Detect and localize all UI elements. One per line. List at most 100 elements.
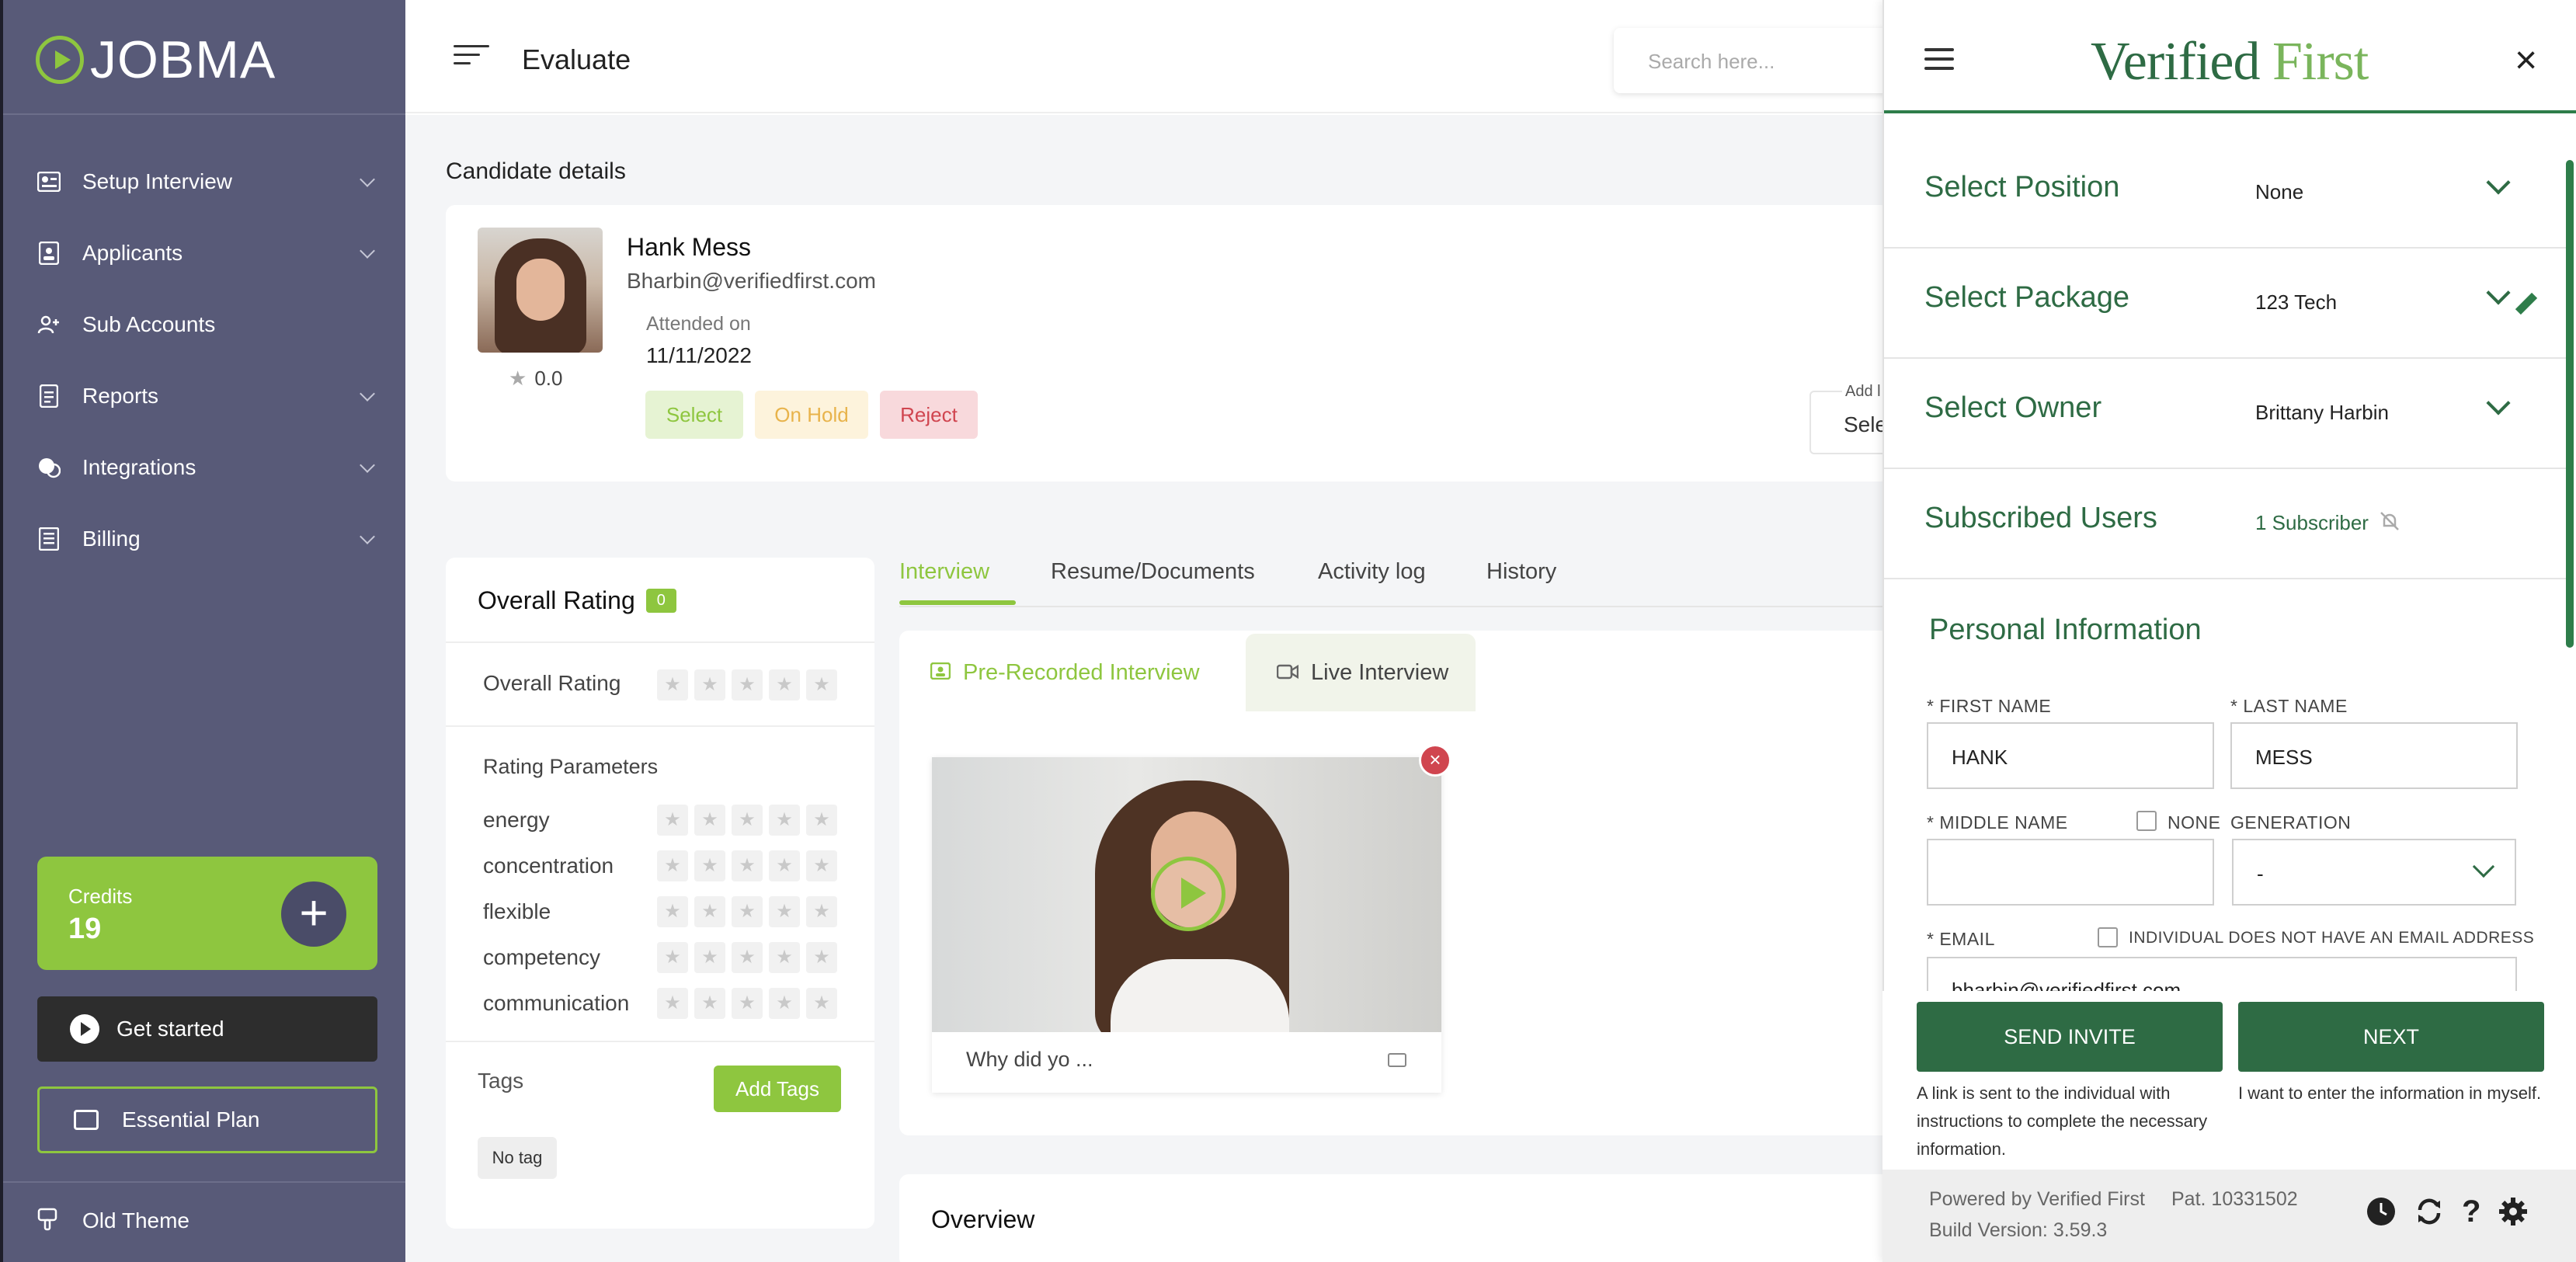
help-icon[interactable]: ? bbox=[2462, 1196, 2480, 1235]
email-input[interactable]: bharbin@verifiedfirst.com bbox=[1927, 957, 2517, 991]
star-icon[interactable]: ★ bbox=[657, 988, 688, 1019]
none-checkbox[interactable] bbox=[2136, 811, 2157, 831]
sidebar-item-billing[interactable]: Billing bbox=[3, 503, 405, 575]
middle-name-input[interactable] bbox=[1927, 839, 2214, 906]
star-icon: ★ bbox=[509, 367, 527, 390]
star-icon[interactable]: ★ bbox=[806, 805, 837, 836]
star-icon[interactable]: ★ bbox=[806, 896, 837, 927]
star-icon[interactable]: ★ bbox=[694, 850, 725, 881]
subtab-pre-recorded-label[interactable]: Pre-Recorded Interview bbox=[930, 660, 1200, 686]
gear-icon[interactable] bbox=[2498, 1196, 2529, 1235]
on-hold-button[interactable]: On Hold bbox=[755, 391, 868, 439]
star-icon[interactable]: ★ bbox=[694, 805, 725, 836]
sidebar-item-integrations[interactable]: Integrations bbox=[3, 432, 405, 503]
star-icon[interactable]: ★ bbox=[769, 850, 800, 881]
chevron-down-icon[interactable] bbox=[2486, 280, 2511, 305]
get-started-button[interactable]: Get started bbox=[37, 996, 377, 1062]
menu-toggle-icon[interactable] bbox=[454, 45, 489, 71]
sidebar-item-label: Reports bbox=[82, 384, 159, 408]
rating-parameter-stars[interactable]: ★ ★ ★ ★ ★ bbox=[657, 896, 837, 927]
chevron-down-icon bbox=[360, 172, 375, 187]
star-icon[interactable]: ★ bbox=[769, 942, 800, 973]
star-icon[interactable]: ★ bbox=[694, 942, 725, 973]
jobma-logo[interactable]: JOBMA bbox=[36, 30, 276, 90]
star-icon[interactable]: ★ bbox=[694, 988, 725, 1019]
pencil-icon[interactable] bbox=[2515, 292, 2538, 315]
reject-button[interactable]: Reject bbox=[880, 391, 978, 439]
close-icon[interactable]: × bbox=[2515, 40, 2537, 79]
attended-date: 11/11/2022 bbox=[646, 343, 752, 367]
add-credits-button[interactable]: + bbox=[281, 881, 346, 947]
video-thumbnail[interactable] bbox=[932, 757, 1441, 1032]
add-tags-button[interactable]: Add Tags bbox=[714, 1066, 841, 1112]
sidebar-item-reports[interactable]: Reports bbox=[3, 360, 405, 432]
generation-select[interactable]: - bbox=[2232, 839, 2516, 906]
star-icon[interactable]: ★ bbox=[806, 850, 837, 881]
refresh-icon[interactable] bbox=[2414, 1196, 2445, 1235]
video-camera-icon bbox=[1388, 1053, 1406, 1067]
rating-parameter-stars[interactable]: ★ ★ ★ ★ ★ bbox=[657, 850, 837, 881]
star-icon[interactable]: ★ bbox=[732, 850, 763, 881]
play-icon[interactable] bbox=[1151, 857, 1225, 931]
star-icon[interactable]: ★ bbox=[769, 988, 800, 1019]
first-name-input[interactable]: HANK bbox=[1927, 722, 2214, 789]
tab-resume-documents[interactable]: Resume/Documents bbox=[1051, 559, 1255, 585]
sidebar-item-sub-accounts[interactable]: Sub Accounts bbox=[3, 289, 405, 360]
star-icon[interactable]: ★ bbox=[657, 896, 688, 927]
star-icon[interactable]: ★ bbox=[732, 669, 763, 701]
generation-label: GENERATION bbox=[2230, 812, 2352, 833]
star-icon[interactable]: ★ bbox=[657, 805, 688, 836]
no-email-checkbox[interactable] bbox=[2098, 927, 2118, 947]
star-icon[interactable]: ★ bbox=[732, 805, 763, 836]
star-icon[interactable]: ★ bbox=[732, 988, 763, 1019]
rating-parameter-stars[interactable]: ★ ★ ★ ★ ★ bbox=[657, 805, 837, 836]
star-icon[interactable]: ★ bbox=[657, 669, 688, 701]
subscribed-users-value[interactable]: 1 Subscriber bbox=[2255, 511, 2369, 535]
sidebar-item-applicants[interactable]: Applicants bbox=[3, 217, 405, 289]
send-invite-button[interactable]: SEND INVITE bbox=[1917, 1002, 2223, 1072]
chevron-down-icon[interactable] bbox=[2486, 391, 2511, 415]
tab-activity-log[interactable]: Activity log bbox=[1318, 559, 1426, 585]
select-position-row[interactable]: Select Position None bbox=[1884, 138, 2567, 249]
chevron-down-icon[interactable] bbox=[2486, 170, 2511, 195]
star-icon[interactable]: ★ bbox=[769, 896, 800, 927]
last-name-label: * LAST NAME bbox=[2230, 696, 2348, 716]
essential-plan-button[interactable]: Essential Plan bbox=[37, 1086, 377, 1153]
menu-icon[interactable] bbox=[1924, 48, 1954, 76]
overall-rating-stars[interactable]: ★ ★ ★ ★ ★ bbox=[657, 669, 837, 701]
middle-name-label: * MIDDLE NAME bbox=[1927, 812, 2068, 833]
select-button[interactable]: Select bbox=[645, 391, 743, 439]
subscribed-users-row[interactable]: Subscribed Users 1 Subscriber bbox=[1884, 469, 2567, 579]
last-name-input[interactable]: MESS bbox=[2230, 722, 2518, 789]
star-icon[interactable]: ★ bbox=[806, 669, 837, 701]
bell-off-icon[interactable] bbox=[2378, 509, 2401, 538]
star-icon[interactable]: ★ bbox=[806, 988, 837, 1019]
search-input[interactable]: Search here... bbox=[1614, 28, 1924, 93]
star-icon[interactable]: ★ bbox=[769, 669, 800, 701]
next-button[interactable]: NEXT bbox=[2238, 1002, 2544, 1072]
select-owner-value: Brittany Harbin bbox=[2255, 401, 2389, 424]
select-owner-row[interactable]: Select Owner Brittany Harbin bbox=[1884, 359, 2567, 469]
star-icon[interactable]: ★ bbox=[769, 805, 800, 836]
tab-interview[interactable]: Interview bbox=[899, 559, 989, 585]
remove-video-button[interactable]: × bbox=[1419, 744, 1451, 777]
star-icon[interactable]: ★ bbox=[732, 896, 763, 927]
old-theme-link[interactable]: Old Theme bbox=[36, 1208, 189, 1234]
star-icon[interactable]: ★ bbox=[694, 896, 725, 927]
logo-text: JOBMA bbox=[90, 30, 276, 89]
panel-scrollbar[interactable] bbox=[2566, 160, 2574, 648]
clock-icon[interactable] bbox=[2366, 1196, 2397, 1235]
tab-history[interactable]: History bbox=[1486, 559, 1556, 585]
star-icon[interactable]: ★ bbox=[657, 942, 688, 973]
sidebar-item-setup-interview[interactable]: Setup Interview bbox=[3, 146, 405, 217]
select-package-row[interactable]: Select Package 123 Tech bbox=[1884, 249, 2567, 359]
star-icon[interactable]: ★ bbox=[732, 942, 763, 973]
rating-parameter-stars[interactable]: ★ ★ ★ ★ ★ bbox=[657, 942, 837, 973]
star-icon[interactable]: ★ bbox=[806, 942, 837, 973]
subtab-live-interview[interactable]: Live Interview bbox=[1246, 634, 1476, 711]
star-icon[interactable]: ★ bbox=[694, 669, 725, 701]
video-tile[interactable] bbox=[932, 757, 1441, 1093]
rating-parameter-stars[interactable]: ★ ★ ★ ★ ★ bbox=[657, 988, 837, 1019]
star-icon[interactable]: ★ bbox=[657, 850, 688, 881]
sidebar: JOBMA Setup Interview Applicants Sub Acc… bbox=[0, 0, 405, 1262]
